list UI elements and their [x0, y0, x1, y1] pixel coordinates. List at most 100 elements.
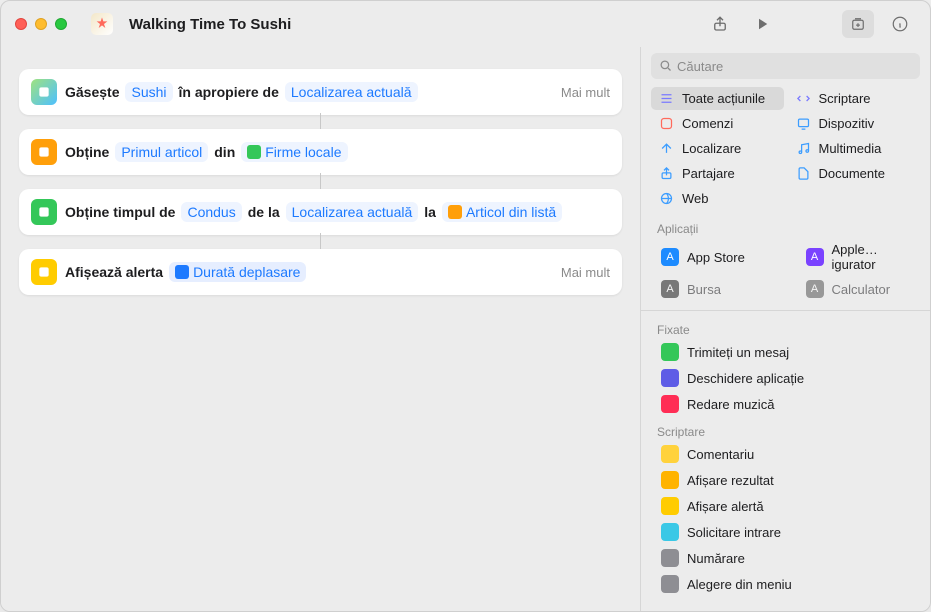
action-label: de la — [248, 204, 280, 220]
action-label: la — [424, 204, 436, 220]
more-button[interactable]: Mai mult — [561, 265, 610, 280]
token-pill[interactable]: Durată deplasare — [169, 262, 306, 282]
list-item-icon — [661, 445, 679, 463]
library-toggle-button[interactable] — [842, 10, 874, 38]
search-input[interactable] — [651, 53, 920, 79]
category-grid: Toate acțiunile Scriptare Comenzi Dispoziti… — [641, 87, 930, 214]
list-item-label: Afișare rezultat — [687, 473, 774, 488]
list-item-label: Redare muzică — [687, 397, 774, 412]
list-item[interactable]: Alegere din meniu — [645, 571, 926, 597]
list-item[interactable]: Trimiteți un mesaj — [645, 339, 926, 365]
titlebar: Walking Time To Sushi — [1, 1, 930, 47]
run-button[interactable] — [746, 10, 778, 38]
app-item[interactable]: ACalculator — [790, 276, 927, 302]
pinned-section-label: Fixate — [641, 315, 930, 339]
list-item[interactable]: Deschidere aplicație — [645, 365, 926, 391]
search-icon — [658, 58, 673, 73]
app-label: App Store — [687, 250, 745, 265]
token-label: Localizarea actuală — [291, 84, 412, 100]
category-item[interactable]: Dispozitiv — [788, 112, 921, 135]
category-item[interactable]: Toate acțiunile — [651, 87, 784, 110]
action-label: Găsește — [65, 84, 119, 100]
list-item-icon — [661, 471, 679, 489]
token-label: Articol din listă — [466, 204, 556, 220]
action-text: Obține timpul deCondusde laLocalizarea a… — [65, 202, 562, 222]
token-label: Localizarea actuală — [292, 204, 413, 220]
apps-section-label: Aplicații — [641, 214, 930, 238]
list-item-icon — [661, 575, 679, 593]
token-label: Condus — [187, 204, 235, 220]
app-item[interactable]: A App Store — [645, 238, 782, 276]
more-button[interactable]: Mai mult — [561, 85, 610, 100]
app-label: Calculator — [832, 282, 891, 297]
list-item-icon — [661, 523, 679, 541]
category-label: Partajare — [682, 166, 735, 181]
action-label: Afișează alerta — [65, 264, 163, 280]
token-pill[interactable]: Firme locale — [241, 142, 347, 162]
action-text: Afișează alerta Durată deplasare — [65, 262, 306, 282]
category-label: Comenzi — [682, 116, 733, 131]
category-item[interactable]: Scriptare — [788, 87, 921, 110]
workflow-canvas[interactable]: Găsește Sushi în apropiere de Localizarea a… — [1, 47, 640, 611]
action-card[interactable]: Obține timpul deCondusde laLocalizarea a… — [19, 189, 622, 235]
action-card[interactable]: Găsește Sushi în apropiere de Localizarea a… — [19, 69, 622, 115]
app-label: Apple…igurator — [832, 242, 911, 272]
token-pill[interactable]: Localizarea actuală — [285, 82, 418, 102]
search-container — [651, 53, 920, 79]
category-item[interactable]: Web — [651, 187, 784, 210]
category-item[interactable]: Documente — [788, 162, 921, 185]
token-label: Durată deplasare — [193, 264, 300, 280]
token-chip-icon — [448, 205, 462, 219]
list-item[interactable]: Comentariu — [645, 441, 926, 467]
app-icon: A — [806, 248, 824, 266]
list-item[interactable]: Afișare alertă — [645, 493, 926, 519]
action-card[interactable]: ObținePrimul articoldinFirme locale — [19, 129, 622, 175]
scripting-list: Comentariu Afișare rezultat Afișare alertă… — [641, 441, 930, 597]
category-label: Web — [682, 191, 709, 206]
minimize-window-button[interactable] — [35, 18, 47, 30]
token-pill[interactable]: Localizarea actuală — [286, 202, 419, 222]
action-text: Găsește Sushi în apropiere de Localizarea a… — [65, 82, 418, 102]
action-icon — [31, 139, 57, 165]
app-label: Bursa — [687, 282, 721, 297]
category-item[interactable]: Partajare — [651, 162, 784, 185]
token-label: Firme locale — [265, 144, 341, 160]
list-item[interactable]: Solicitare intrare — [645, 519, 926, 545]
action-icon — [31, 199, 57, 225]
list-item-label: Numărare — [687, 551, 745, 566]
zoom-window-button[interactable] — [55, 18, 67, 30]
action-label: Obține — [65, 144, 109, 160]
list-item-label: Solicitare intrare — [687, 525, 781, 540]
app-item[interactable]: A Bursa — [645, 276, 782, 302]
apps-grid: A App Store A Apple…igurator A Bursa ACalculat… — [641, 238, 930, 306]
category-label: Scriptare — [819, 91, 871, 106]
app-icon: A — [661, 280, 679, 298]
list-item[interactable]: Afișare rezultat — [645, 467, 926, 493]
token-pill[interactable]: Condus — [181, 202, 241, 222]
category-item[interactable]: Localizare — [651, 137, 784, 160]
share-button[interactable] — [704, 10, 736, 38]
action-card[interactable]: Afișează alerta Durată deplasare Mai mult — [19, 249, 622, 295]
token-pill[interactable]: Articol din listă — [442, 202, 562, 222]
app-icon: A — [661, 248, 679, 266]
close-window-button[interactable] — [15, 18, 27, 30]
window-body: Găsește Sushi în apropiere de Localizarea a… — [1, 47, 930, 611]
token-label: Primul articol — [121, 144, 202, 160]
info-button[interactable] — [884, 10, 916, 38]
list-item-icon — [661, 497, 679, 515]
action-label: în apropiere de — [179, 84, 279, 100]
list-item[interactable]: Redare muzică — [645, 391, 926, 417]
category-item[interactable]: Multimedia — [788, 137, 921, 160]
action-icon — [31, 259, 57, 285]
token-pill[interactable]: Sushi — [125, 82, 172, 102]
category-label: Localizare — [682, 141, 741, 156]
action-icon — [31, 79, 57, 105]
list-item[interactable]: Numărare — [645, 545, 926, 571]
actions-column: Găsește Sushi în apropiere de Localizarea a… — [19, 69, 622, 295]
list-item-label: Trimiteți un mesaj — [687, 345, 789, 360]
token-pill[interactable]: Primul articol — [115, 142, 208, 162]
list-item-label: Alegere din meniu — [687, 577, 792, 592]
sidebar-scroll[interactable]: Fixate Trimiteți un mesaj Deschidere apli… — [641, 315, 930, 611]
app-item[interactable]: A Apple…igurator — [790, 238, 927, 276]
category-item[interactable]: Comenzi — [651, 112, 784, 135]
